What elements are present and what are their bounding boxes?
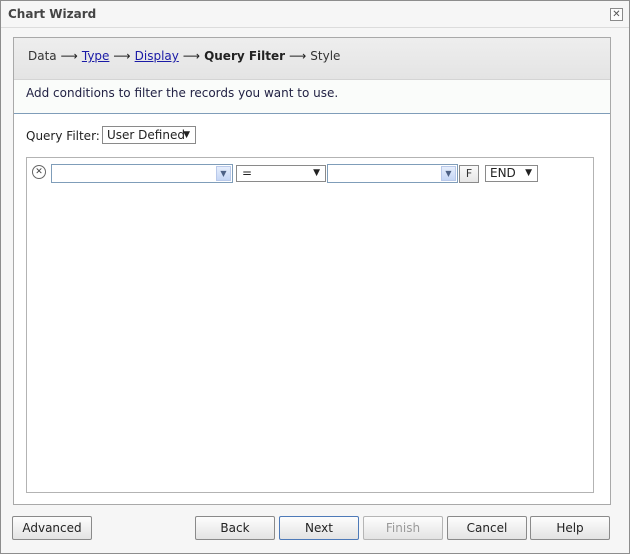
step-display-link[interactable]: Display — [135, 49, 179, 63]
step-type-link[interactable]: Type — [82, 49, 110, 63]
value-combobox[interactable]: ▼ — [327, 164, 458, 183]
arrow-icon: ⟶ — [289, 49, 307, 63]
remove-condition-icon[interactable]: ✕ — [32, 165, 46, 179]
conditions-panel: ✕ ▼ = ▼ ▼ F END ▼ — [26, 157, 594, 493]
chevron-down-icon: ▼ — [313, 168, 320, 178]
field-combobox[interactable]: ▼ — [51, 164, 233, 183]
chevron-down-icon: ▼ — [525, 168, 532, 178]
logic-value: END — [490, 166, 516, 180]
function-button[interactable]: F — [459, 165, 479, 183]
logic-select[interactable]: END ▼ — [485, 165, 538, 182]
description-area: Add conditions to filter the records you… — [14, 80, 610, 114]
chevron-down-icon[interactable]: ▼ — [216, 166, 231, 181]
chevron-down-icon[interactable]: ▼ — [441, 166, 456, 181]
next-button[interactable]: Next — [279, 516, 359, 540]
wizard-steps: Data ⟶ Type ⟶ Display ⟶ Query Filter ⟶ Style — [28, 49, 340, 63]
help-button[interactable]: Help — [530, 516, 610, 540]
operator-value: = — [242, 166, 253, 180]
query-filter-label: Query Filter: — [26, 129, 100, 143]
operator-select[interactable]: = ▼ — [236, 165, 326, 182]
step-query-filter: Query Filter — [204, 49, 286, 63]
arrow-icon: ⟶ — [182, 49, 201, 63]
arrow-icon: ⟶ — [113, 49, 131, 63]
wizard-content: Data ⟶ Type ⟶ Display ⟶ Query Filter ⟶ Style Add… — [13, 37, 611, 505]
back-button[interactable]: Back — [195, 516, 275, 540]
dialog-title: Chart Wizard — [8, 7, 97, 21]
step-data: Data — [28, 49, 57, 63]
finish-button[interactable]: Finish — [363, 516, 443, 540]
arrow-icon: ⟶ — [60, 49, 78, 63]
chevron-down-icon: ▼ — [183, 130, 190, 140]
close-icon[interactable]: ✕ — [610, 8, 623, 21]
chart-wizard-dialog: Chart Wizard ✕ Data ⟶ Type ⟶ Display ⟶ Query F… — [0, 0, 630, 554]
advanced-button[interactable]: Advanced — [12, 516, 92, 540]
step-style: Style — [310, 49, 341, 63]
query-filter-select[interactable]: User Defined ▼ — [102, 126, 196, 144]
step-description: Add conditions to filter the records you… — [26, 86, 339, 100]
wizard-steps-bar: Data ⟶ Type ⟶ Display ⟶ Query Filter ⟶ Style — [14, 38, 610, 80]
title-bar: Chart Wizard ✕ — [1, 1, 629, 28]
cancel-button[interactable]: Cancel — [447, 516, 527, 540]
query-filter-value: User Defined — [107, 128, 185, 142]
